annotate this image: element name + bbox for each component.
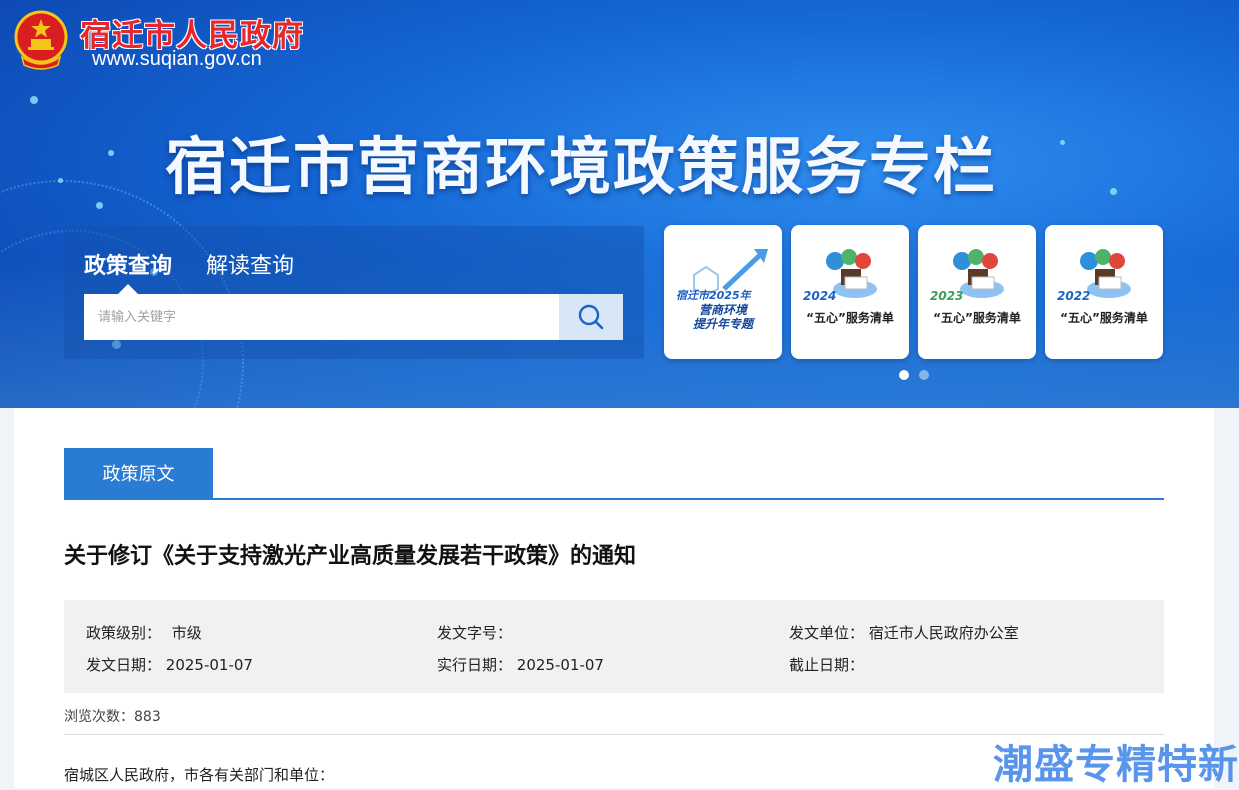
card-year: 2024 (803, 289, 837, 303)
tab-interpretation-search[interactable]: 解读查询 (206, 248, 294, 280)
card-2024-service-list[interactable]: 2024 “五心”服务清单 (791, 225, 909, 359)
card-line: 提升年专题 (692, 317, 753, 331)
banner-title: 宿迁市营商环境政策服务专栏 (165, 130, 998, 203)
meta-issuer-label: 发文单位： (789, 624, 865, 642)
card-caption: “五心”服务清单 (1060, 311, 1148, 325)
site-url[interactable]: www.suqian.gov.cn (92, 48, 262, 71)
national-emblem-icon[interactable] (12, 9, 70, 71)
policy-title: 关于修订《关于支持激光产业高质量发展若干政策》的通知 (64, 544, 637, 569)
watermark: 潮盛专精特新 (993, 742, 1239, 788)
card-2025-special-topic[interactable]: 宿迁市2025年 营商环境 提升年专题 (664, 225, 782, 359)
decor-dot (58, 178, 63, 183)
search-button[interactable] (559, 294, 623, 340)
header-banner: 宿迁市人民政府 www.suqian.gov.cn 宿迁市营商环境政策服务专栏 … (0, 0, 1239, 408)
meta-effective: 实行日期： 2025-01-07 (437, 654, 604, 675)
tab-policy-search[interactable]: 政策查询 (84, 248, 172, 280)
meta-level-value: 市级 (171, 624, 202, 642)
view-count-label: 浏览次数： (64, 709, 134, 725)
card-caption: “五心”服务清单 (933, 311, 1021, 325)
card-caption: “五心”服务清单 (806, 311, 894, 325)
card-year: 2022 (1057, 289, 1091, 303)
search-input[interactable] (84, 294, 587, 340)
policy-meta-box: 政策级别： 市级 发文字号： 发文单位： 宿迁市人民政府办公室 发文日期： 20… (64, 600, 1164, 693)
meta-date-value: 2025-01-07 (165, 656, 253, 674)
meta-expiry-label: 截止日期： (789, 656, 865, 674)
meta-level-label: 政策级别： (86, 624, 162, 642)
meta-effective-label: 实行日期： (437, 656, 513, 674)
carousel-dot-active[interactable] (899, 370, 909, 380)
active-tab-indicator (118, 284, 138, 294)
policy-content-panel: 政策原文 关于修订《关于支持激光产业高质量发展若干政策》的通知 政策级别： 市级… (14, 408, 1214, 788)
meta-date-label: 发文日期： (86, 656, 162, 674)
policy-body-greeting: 宿城区人民政府，市各有关部门和单位： (64, 766, 335, 784)
meta-issuer-value: 宿迁市人民政府办公室 (868, 624, 1019, 642)
meta-level: 政策级别： 市级 (86, 622, 202, 643)
search-icon (578, 304, 604, 330)
decor-dot (1110, 188, 1117, 195)
meta-effective-value: 2025-01-07 (516, 656, 604, 674)
meta-date: 发文日期： 2025-01-07 (86, 654, 253, 675)
tab-policy-original[interactable]: 政策原文 (64, 448, 213, 498)
card-2023-service-list[interactable]: 2023 “五心”服务清单 (918, 225, 1036, 359)
meta-issuer: 发文单位： 宿迁市人民政府办公室 (789, 622, 1019, 643)
decor-dot (96, 202, 103, 209)
decor-dot (108, 150, 114, 156)
meta-expiry: 截止日期： (789, 654, 864, 675)
view-count: 浏览次数：883 (64, 706, 161, 726)
view-count-value: 883 (134, 709, 161, 725)
search-panel: 政策查询 解读查询 (64, 226, 644, 359)
meta-docno: 发文字号： (437, 622, 512, 643)
policy-tabbar: 政策原文 (64, 448, 1164, 500)
decor-dot (1060, 140, 1065, 145)
carousel-dot[interactable] (919, 370, 929, 380)
card-2022-service-list[interactable]: 2022 “五心”服务清单 (1045, 225, 1163, 359)
decor-dot (30, 96, 38, 104)
meta-docno-label: 发文字号： (437, 624, 513, 642)
card-year: 2023 (930, 289, 964, 303)
